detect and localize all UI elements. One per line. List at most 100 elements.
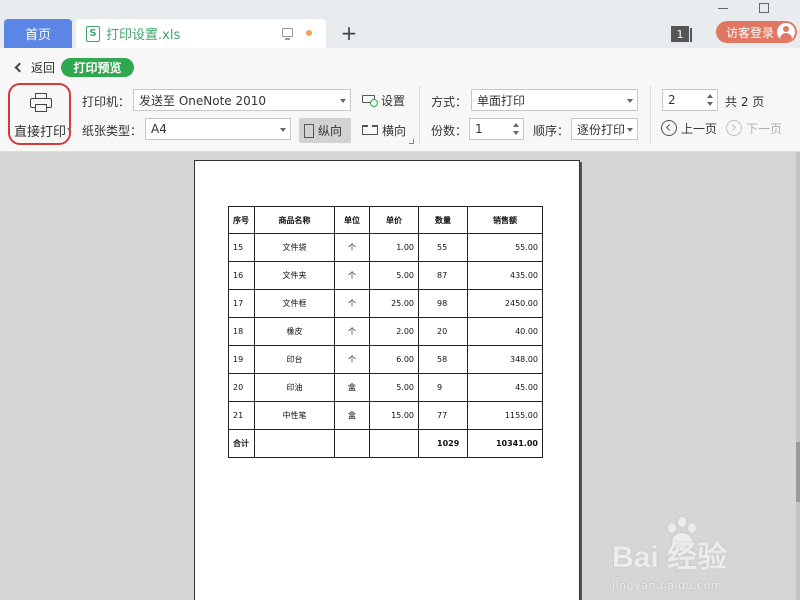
table-cell: 1.00 xyxy=(369,233,419,262)
column-header: 销售额 xyxy=(467,206,543,234)
stepper-up-icon[interactable] xyxy=(513,123,519,127)
maximize-icon[interactable] xyxy=(759,3,769,13)
table-body: 15 文件袋个 1.00 55 55.00 16 文件夹个 5.00 87 435.00 17 文件框… xyxy=(228,233,543,458)
group-divider xyxy=(419,86,420,144)
unsaved-dot-icon xyxy=(306,30,312,36)
portrait-button[interactable]: 纵向 xyxy=(299,118,351,143)
table-cell: 合计 xyxy=(228,429,255,458)
table-cell: 5.00 xyxy=(369,261,419,290)
table-cell: 19 xyxy=(228,345,255,374)
table-cell: 16 xyxy=(228,261,255,290)
table-cell: 6.00 xyxy=(369,345,419,374)
table-row: 21 中性笔盒 15.00 77 1155.00 xyxy=(228,401,543,430)
table-cell: 个 xyxy=(334,261,370,290)
table-cell: 58 xyxy=(418,345,468,374)
minimize-icon[interactable] xyxy=(718,8,728,9)
table-cell: 个 xyxy=(334,317,370,346)
stepper-down-icon[interactable] xyxy=(707,102,713,106)
printer-settings-icon xyxy=(362,93,378,107)
column-header: 序号 xyxy=(228,206,255,234)
printer-select[interactable]: 发送至 OneNote 2010 xyxy=(133,89,351,111)
table-cell: 98 xyxy=(418,289,468,318)
copies-stepper[interactable]: 1 xyxy=(469,118,524,140)
window-count-badge[interactable]: 1 xyxy=(671,26,692,42)
more-options-icon[interactable] xyxy=(409,139,414,144)
baidu-jingyan-watermark: Bai 经验 jingyan.baidu.com xyxy=(612,517,797,597)
stepper-up-icon[interactable] xyxy=(707,94,713,98)
printer-settings-button[interactable]: 设置 xyxy=(362,91,405,109)
prev-page-label: 上一页 xyxy=(681,121,718,136)
print-preview-area[interactable]: 序号 商品名称 单位 单价 数量 销售额 15 文件袋个 1.00 55 55.00 16… xyxy=(0,152,800,600)
table-cell: 9 xyxy=(418,373,468,402)
next-page-button[interactable]: 下一页 xyxy=(726,119,782,137)
table-cell: 15.00 xyxy=(369,401,419,430)
paper-type-label: 纸张类型： xyxy=(82,124,143,138)
monitor-icon[interactable] xyxy=(282,28,293,40)
tab-document[interactable]: S 打印设置.xls xyxy=(76,19,326,48)
portrait-icon xyxy=(304,123,314,138)
direct-print-label: 直接打印 xyxy=(14,125,67,140)
print-toolbar: 返回 打印预览 直接打印 打印机： 发送至 OneNote 2010 设置 纸张… xyxy=(0,48,800,152)
table-row: 19 印台个 6.00 58 348.00 xyxy=(228,345,543,374)
column-header: 商品名称 xyxy=(254,206,335,234)
table-row: 18 橡皮个 2.00 20 40.00 xyxy=(228,317,543,346)
table-cell: 87 xyxy=(418,261,468,290)
copies-value: 1 xyxy=(475,122,483,136)
stepper-down-icon[interactable] xyxy=(513,131,519,135)
table-row: 20 印油盒 5.00 9 45.00 xyxy=(228,373,543,402)
print-mode-select[interactable]: 单面打印 xyxy=(471,89,638,111)
avatar-icon xyxy=(777,23,795,41)
page-number-stepper[interactable]: 2 xyxy=(662,89,718,111)
watermark-url: jingyan.baidu.com xyxy=(612,579,723,592)
guest-login-button[interactable]: 访客登录 xyxy=(716,21,797,43)
column-header: 单价 xyxy=(369,206,419,234)
table-cell: 15 xyxy=(228,233,255,262)
prev-page-button[interactable]: 上一页 xyxy=(661,119,717,137)
tab-home[interactable]: 首页 xyxy=(4,19,72,48)
table-cell xyxy=(369,429,419,458)
column-header: 数量 xyxy=(418,206,468,234)
table-cell: 2450.00 xyxy=(467,289,543,318)
table-cell: 10341.00 xyxy=(467,429,543,458)
chevron-down-icon xyxy=(340,99,346,103)
table-cell: 印油 xyxy=(254,373,335,402)
table-cell: 17 xyxy=(228,289,255,318)
column-header: 单位 xyxy=(334,206,370,234)
chevron-down-icon xyxy=(627,128,633,132)
spreadsheet-icon: S xyxy=(86,25,100,42)
back-button[interactable]: 返回 xyxy=(12,58,55,76)
landscape-icon xyxy=(362,125,378,135)
table-cell: 20 xyxy=(228,373,255,402)
new-tab-button[interactable]: + xyxy=(338,21,360,45)
paper-type-select[interactable]: A4 xyxy=(145,118,291,140)
settings-label: 设置 xyxy=(381,93,406,108)
table-cell: 个 xyxy=(334,345,370,374)
scrollbar-thumb[interactable] xyxy=(796,442,800,502)
landscape-button[interactable]: 横向 xyxy=(362,121,406,139)
table-cell: 20 xyxy=(418,317,468,346)
table-cell: 348.00 xyxy=(467,345,543,374)
total-pages-label: 共 2 页 xyxy=(725,95,765,109)
next-page-label: 下一页 xyxy=(746,121,783,136)
watermark-logo-text: Bai 经验 xyxy=(612,541,728,574)
table-cell: 文件袋 xyxy=(254,233,335,262)
caret-down-icon[interactable] xyxy=(67,128,71,131)
table-cell: 40.00 xyxy=(467,317,543,346)
tab-document-title: 打印设置.xls xyxy=(106,28,181,43)
table-cell: 1029 xyxy=(418,429,468,458)
print-order-value: 逐份打印 xyxy=(577,122,626,137)
direct-print-button[interactable]: 直接打印 xyxy=(8,83,71,145)
table-cell: 中性笔 xyxy=(254,401,335,430)
copies-label: 份数： xyxy=(431,124,468,138)
table-cell: 文件夹 xyxy=(254,261,335,290)
mode-label: 方式： xyxy=(431,95,468,109)
chevron-down-icon xyxy=(280,128,286,132)
table-cell xyxy=(254,429,335,458)
preview-page: 序号 商品名称 单位 单价 数量 销售额 15 文件袋个 1.00 55 55.00 16… xyxy=(194,160,580,600)
table-cell: 55 xyxy=(418,233,468,262)
table-cell: 盒 xyxy=(334,401,370,430)
group-divider xyxy=(650,86,651,144)
print-mode-value: 单面打印 xyxy=(477,93,526,108)
print-order-select[interactable]: 逐份打印 xyxy=(571,118,638,140)
vertical-scrollbar[interactable] xyxy=(796,152,800,600)
